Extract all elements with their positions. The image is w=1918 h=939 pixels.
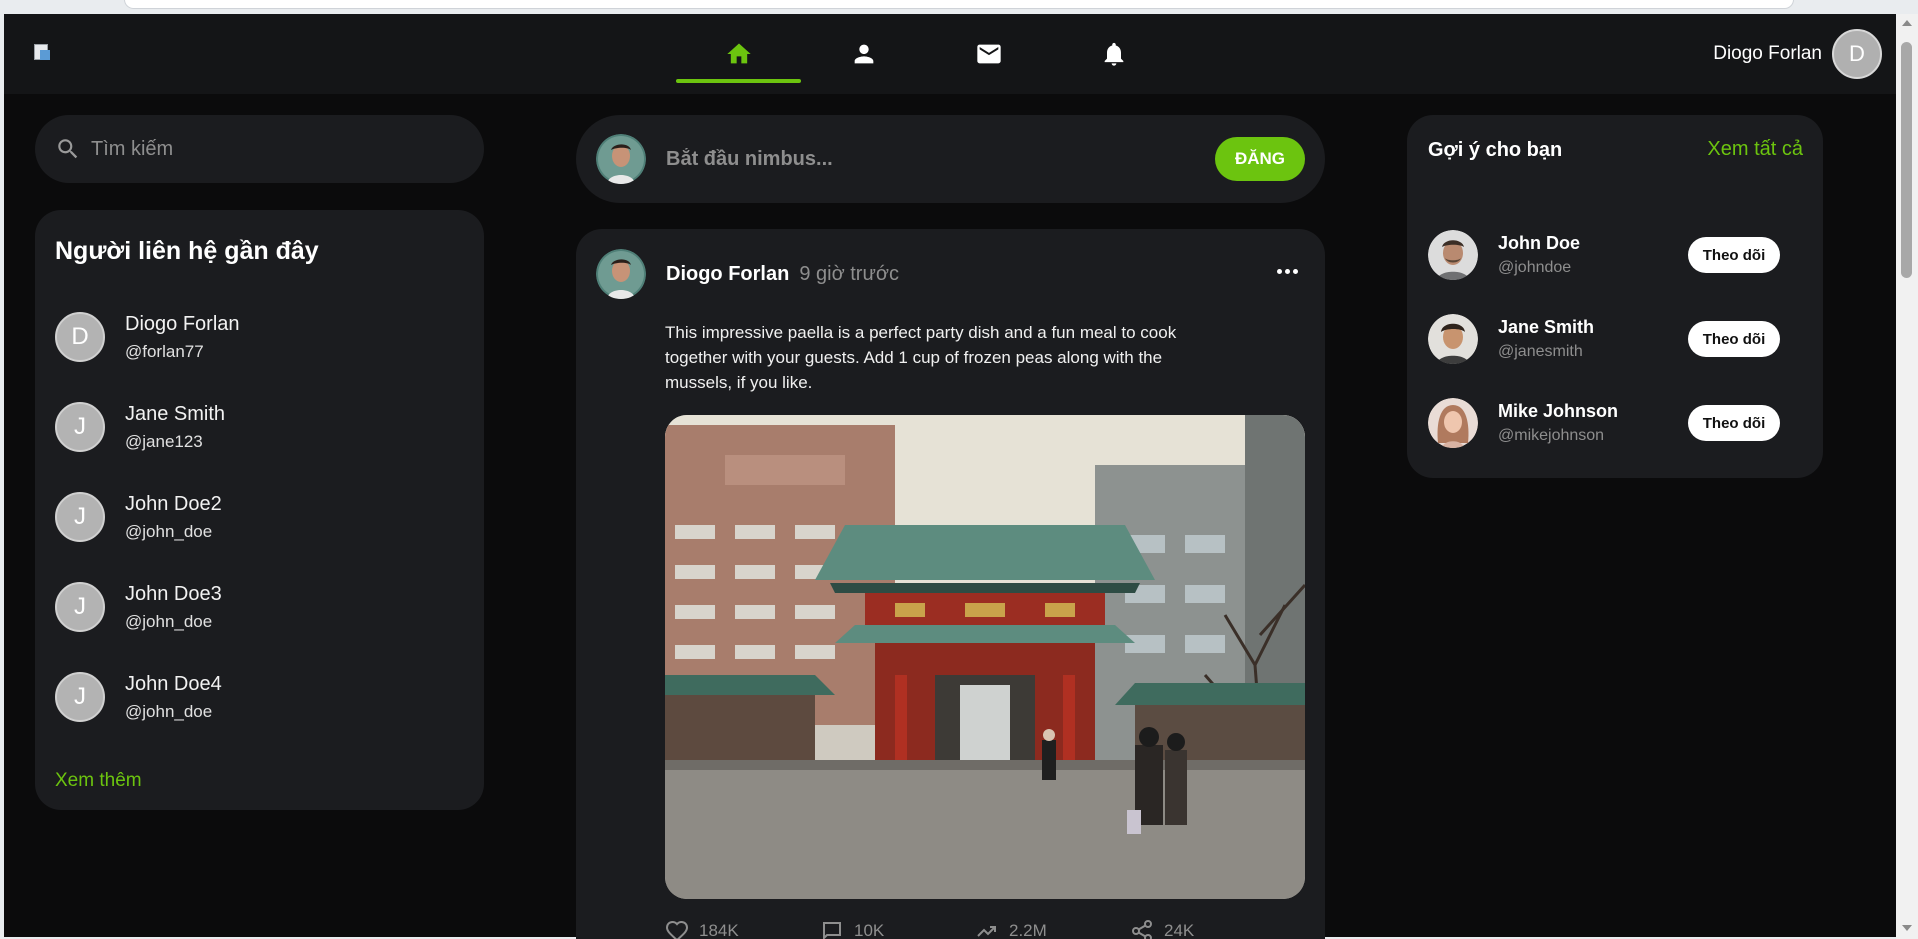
list-item[interactable]: D Diogo Forlan @forlan77 [55, 292, 464, 382]
avatar: J [55, 402, 105, 452]
user-icon [854, 44, 873, 64]
scroll-up-arrow-icon[interactable] [1902, 20, 1912, 26]
list-item[interactable]: J John Doe2 @john_doe [55, 472, 464, 562]
contact-handle: @jane123 [125, 431, 203, 451]
avatar[interactable] [1428, 230, 1478, 280]
see-all-link[interactable]: Xem tất cả [1707, 138, 1803, 161]
post-actions: 184K 10K 2.2M 24K [665, 919, 1285, 939]
nav-home[interactable] [676, 14, 801, 94]
post-text: This impressive paella is a perfect part… [665, 323, 1177, 392]
contact-name: John Doe4 [125, 672, 222, 695]
see-more-link[interactable]: Xem thêm [55, 770, 142, 792]
view-count: 2.2M [1009, 921, 1047, 939]
share-count: 24K [1164, 921, 1195, 939]
browser-address-bar-edge [0, 0, 1918, 14]
list-item[interactable]: J John Doe4 @john_doe [55, 652, 464, 742]
main-nav [676, 14, 1176, 94]
nav-messages[interactable] [926, 14, 1051, 94]
avatar[interactable] [1428, 398, 1478, 448]
composer-input[interactable] [666, 147, 1215, 171]
suggestion-name[interactable]: Jane Smith [1498, 317, 1688, 338]
list-item[interactable]: J John Doe3 @john_doe [55, 562, 464, 652]
share-button[interactable]: 24K [1130, 919, 1285, 939]
post-card: Diogo Forlan 9 giờ trước This impressive… [576, 229, 1325, 939]
trending-icon [977, 926, 996, 937]
suggestions-title: Gợi ý cho bạn [1428, 139, 1563, 161]
avatar: J [55, 582, 105, 632]
suggestions-card: Gợi ý cho bạn Xem tất cả John Doe @johnd… [1407, 115, 1823, 478]
heart-icon [665, 920, 689, 939]
suggestion-name[interactable]: Mike Johnson [1498, 401, 1688, 422]
bell-icon [1104, 42, 1123, 66]
list-item: John Doe @johndoe Theo dõi [1428, 213, 1808, 297]
share-icon [1132, 920, 1152, 939]
current-user-name: Diogo Forlan [1713, 43, 1822, 64]
post-composer: ĐĂNG [576, 115, 1325, 203]
url-bar[interactable] [124, 0, 1794, 9]
follow-button[interactable]: Theo dõi [1688, 237, 1780, 273]
window-edge [0, 14, 4, 939]
avatar[interactable] [596, 249, 646, 299]
post-timestamp: 9 giờ trước [799, 262, 899, 285]
nav-notifications[interactable] [1051, 14, 1176, 94]
suggestion-handle: @mikejohnson [1498, 427, 1605, 444]
views-button[interactable]: 2.2M [975, 919, 1130, 939]
home-icon [726, 43, 751, 64]
scrollbar-thumb[interactable] [1901, 42, 1912, 278]
list-item: Jane Smith @janesmith Theo dõi [1428, 297, 1808, 381]
nav-profile[interactable] [801, 14, 926, 94]
scroll-down-arrow-icon[interactable] [1902, 925, 1912, 931]
contact-handle: @john_doe [125, 611, 213, 631]
post-author[interactable]: Diogo Forlan [666, 263, 789, 286]
post-image[interactable] [665, 415, 1305, 899]
like-button[interactable]: 184K [665, 919, 820, 939]
contact-name: Jane Smith [125, 402, 226, 425]
contact-name: Diogo Forlan [125, 312, 240, 335]
list-item: Mike Johnson @mikejohnson Theo dõi [1428, 381, 1808, 465]
contact-name: John Doe3 [125, 582, 222, 605]
contact-handle: @john_doe [125, 521, 213, 541]
logo-broken-image-icon[interactable] [34, 44, 54, 62]
avatar[interactable]: D [1832, 29, 1882, 79]
recent-contacts-card: Người liên hệ gần đây D Diogo Forlan @fo… [35, 210, 484, 810]
post-header: Diogo Forlan 9 giờ trước [596, 249, 899, 299]
suggestion-name[interactable]: John Doe [1498, 233, 1688, 254]
avatar[interactable] [596, 134, 646, 184]
post-button[interactable]: ĐĂNG [1215, 137, 1305, 181]
more-options-icon[interactable] [1277, 261, 1301, 274]
follow-button[interactable]: Theo dõi [1688, 321, 1780, 357]
avatar: J [55, 492, 105, 542]
avatar: D [55, 312, 105, 362]
comment-icon [823, 922, 841, 939]
comment-button[interactable]: 10K [820, 919, 975, 939]
contact-list: D Diogo Forlan @forlan77 J Jane Smith @j… [55, 292, 464, 742]
top-navigation-bar: Diogo Forlan D [4, 14, 1896, 94]
search-bar [35, 115, 484, 183]
suggestion-handle: @janesmith [1498, 343, 1583, 360]
search-icon [58, 139, 78, 159]
like-count: 184K [699, 921, 739, 939]
contact-handle: @john_doe [125, 701, 213, 721]
mail-icon [976, 44, 1001, 64]
list-item[interactable]: J Jane Smith @jane123 [55, 382, 464, 472]
recent-contacts-title: Người liên hệ gần đây [55, 237, 319, 265]
suggestions-list: John Doe @johndoe Theo dõi Jane Smith @j… [1428, 213, 1808, 465]
search-input[interactable] [91, 137, 451, 161]
contact-name: John Doe2 [125, 492, 222, 515]
suggestion-handle: @johndoe [1498, 259, 1572, 276]
contact-handle: @forlan77 [125, 341, 204, 361]
avatar[interactable] [1428, 314, 1478, 364]
user-menu[interactable]: Diogo Forlan D [1713, 29, 1882, 79]
page-scrollbar[interactable] [1896, 14, 1918, 939]
comment-count: 10K [854, 921, 885, 939]
follow-button[interactable]: Theo dõi [1688, 405, 1780, 441]
avatar: J [55, 672, 105, 722]
